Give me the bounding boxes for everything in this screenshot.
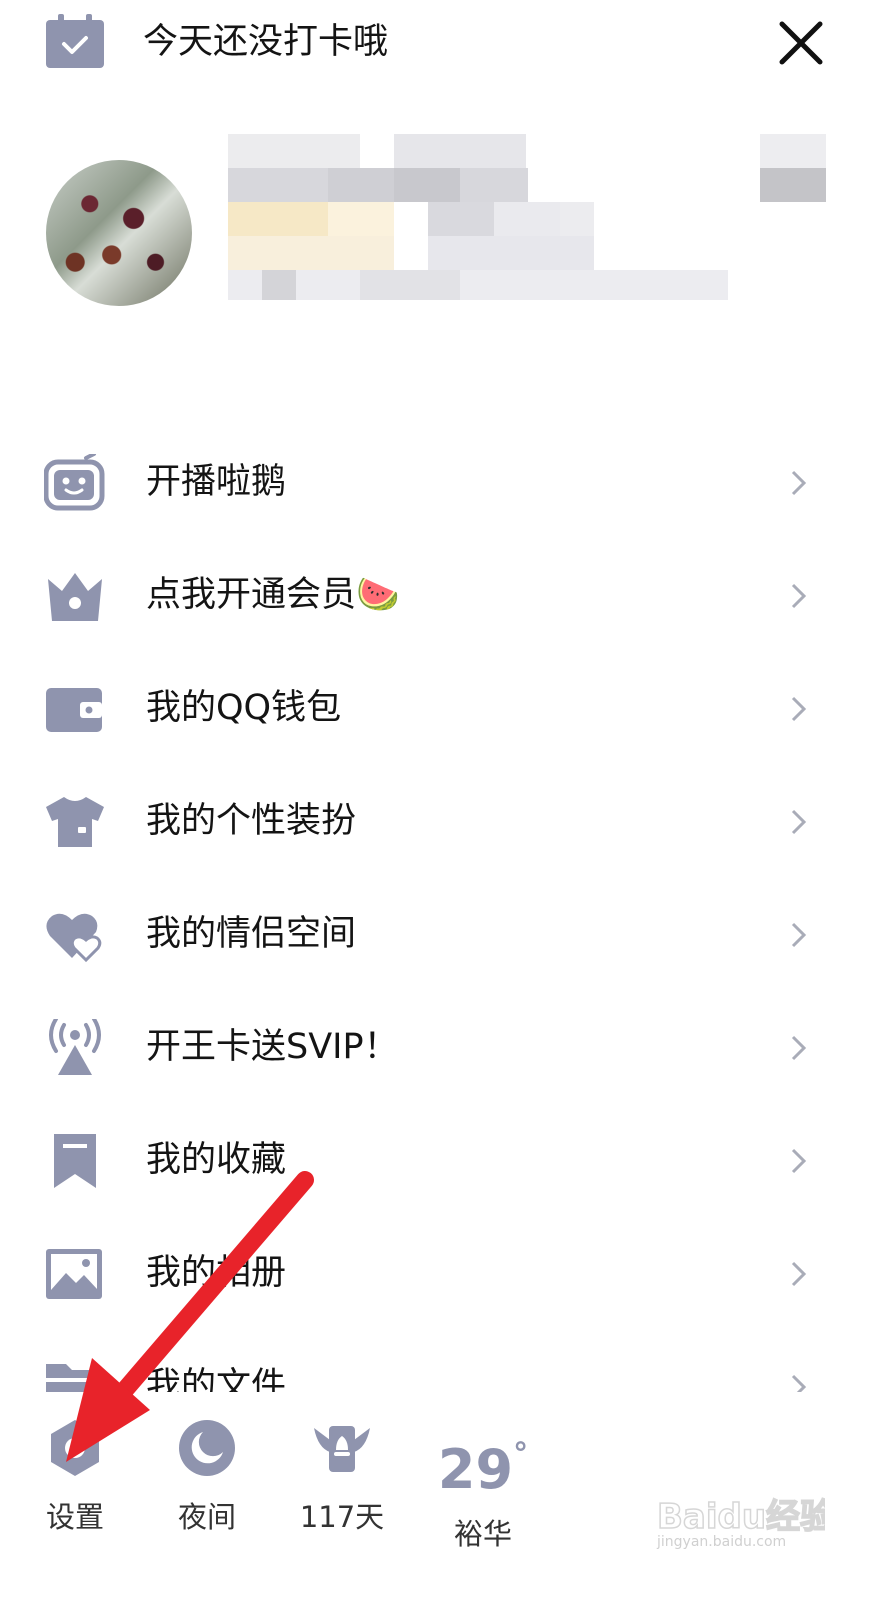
weather-button[interactable]: 29° 裕华 <box>423 1424 543 1551</box>
chevron-right-icon <box>791 1035 807 1061</box>
menu-item-label: 我的收藏 <box>146 1140 287 1180</box>
winged-badge-icon <box>314 1426 370 1472</box>
menu-item-label: 我的情侣空间 <box>146 914 357 954</box>
svg-text:Baidu经验: Baidu经验 <box>657 1497 825 1537</box>
hearts-icon <box>46 913 102 963</box>
menu-item-files[interactable]: 我的文件 <box>0 1330 875 1392</box>
chevron-right-icon <box>791 1261 807 1287</box>
menu-item-favorites[interactable]: 我的收藏 <box>0 1104 875 1217</box>
night-mode-button[interactable]: 夜间 <box>152 1418 262 1538</box>
menu-item-theme[interactable]: 我的个性装扮 <box>0 765 875 878</box>
days-label: 117天 <box>299 1500 385 1534</box>
checkin-bar: 今天还没打卡哦 <box>0 0 875 90</box>
signal-tower-icon <box>49 1019 101 1075</box>
folder-icon <box>46 1364 102 1392</box>
menu-item-wallet[interactable]: 我的QQ钱包 <box>0 652 875 765</box>
chevron-right-icon <box>791 696 807 722</box>
chevron-right-icon <box>791 470 807 496</box>
settings-label: 设置 <box>45 1500 104 1534</box>
settings-button[interactable]: 设置 <box>20 1418 130 1538</box>
checkin-prompt[interactable]: 今天还没打卡哦 <box>143 20 388 64</box>
weather-temperature: 29° <box>437 1437 529 1501</box>
gear-icon <box>51 1420 99 1476</box>
photo-icon <box>46 1249 102 1299</box>
menu-item-label: 我的QQ钱包 <box>146 688 342 728</box>
close-icon[interactable] <box>776 18 826 68</box>
weather-location: 裕华 <box>453 1517 512 1551</box>
menu-item-live[interactable]: 开播啦鹅 <box>0 426 875 539</box>
tv-robot-icon <box>44 454 105 511</box>
menu-item-label: 我的个性装扮 <box>146 801 357 841</box>
calendar-check-icon[interactable] <box>46 14 104 68</box>
menu-item-album[interactable]: 我的相册 <box>0 1217 875 1330</box>
watermelon-emoji: 🍉 <box>356 575 400 615</box>
wallet-icon <box>46 688 102 732</box>
crown-icon <box>48 573 102 621</box>
moon-icon <box>179 1420 235 1476</box>
watermark-url: jingyan.baidu.com <box>657 1534 787 1550</box>
chevron-right-icon <box>791 922 807 948</box>
menu-item-vip[interactable]: 点我开通会员🍉 <box>0 539 875 652</box>
chevron-right-icon <box>791 1374 807 1392</box>
menu-item-label: 开王卡送SVIP！ <box>146 1027 399 1067</box>
profile-info-pixelated[interactable] <box>228 134 828 304</box>
menu-item-wangka[interactable]: 开王卡送SVIP！ <box>0 991 875 1104</box>
menu-item-label: 我的文件 <box>146 1366 287 1392</box>
chevron-right-icon <box>791 583 807 609</box>
menu-item-label: 我的相册 <box>146 1253 287 1293</box>
avatar[interactable] <box>46 160 192 306</box>
bookmark-icon <box>54 1134 96 1188</box>
chevron-right-icon <box>791 1148 807 1174</box>
night-mode-label: 夜间 <box>177 1500 236 1534</box>
tshirt-icon <box>46 797 104 847</box>
menu-item-couple[interactable]: 我的情侣空间 <box>0 878 875 991</box>
menu-item-label: 开播啦鹅 <box>146 462 287 502</box>
menu-item-label: 点我开通会员🍉 <box>146 575 400 615</box>
days-badge-button[interactable]: 117天 <box>287 1418 397 1538</box>
chevron-right-icon <box>791 809 807 835</box>
